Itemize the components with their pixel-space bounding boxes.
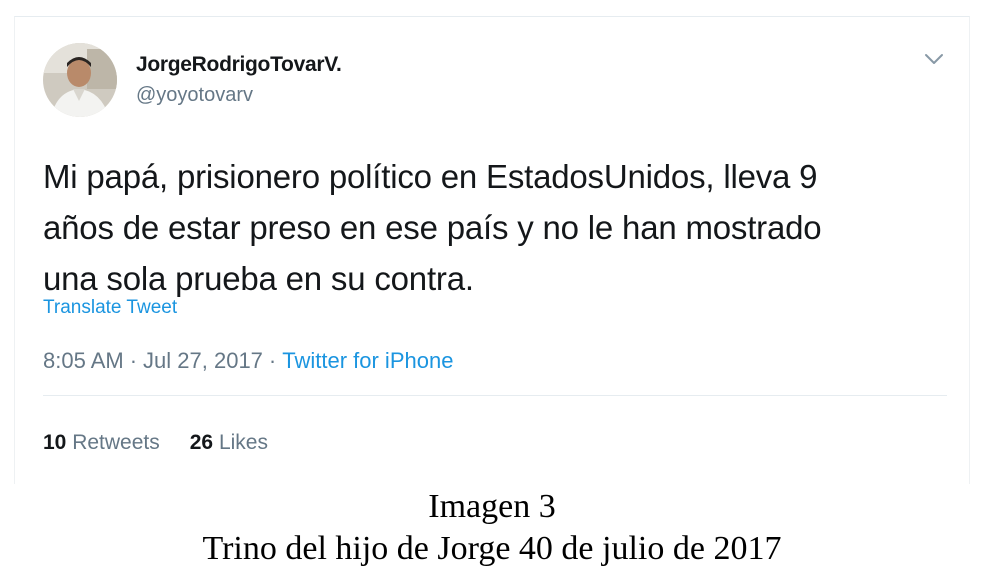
avatar-photo bbox=[43, 43, 117, 117]
retweets-count: 10 bbox=[43, 431, 67, 454]
chevron-down-icon[interactable] bbox=[921, 49, 947, 69]
likes-stat[interactable]: 26 Likes bbox=[190, 431, 268, 454]
avatar[interactable] bbox=[43, 43, 117, 117]
tweet-date: Jul 27, 2017 bbox=[143, 348, 263, 373]
tweet-text-line: una sola prueba en su contra. bbox=[43, 260, 474, 297]
user-handle[interactable]: @yoyotovarv bbox=[136, 84, 253, 107]
separator: · bbox=[129, 348, 138, 373]
tweet-stats: 10 Retweets 26 Likes bbox=[43, 431, 268, 455]
tweet-timestamp[interactable]: 8:05 AM · Jul 27, 2017 bbox=[43, 348, 263, 373]
retweets-label: Retweets bbox=[72, 431, 160, 454]
caption-subtitle: Trino del hijo de Jorge 40 de julio de 2… bbox=[202, 530, 782, 567]
tweet-text-line: Mi papá, prisionero político en EstadosU… bbox=[43, 158, 818, 195]
tweet-card: JorgeRodrigoTovarV. @yoyotovarv Mi papá,… bbox=[14, 16, 970, 484]
translate-tweet-link[interactable]: Translate Tweet bbox=[43, 297, 177, 319]
tweet-meta: 8:05 AM · Jul 27, 2017 · Twitter for iPhone bbox=[43, 348, 453, 374]
tweet-text: Mi papá, prisionero político en EstadosU… bbox=[43, 151, 943, 304]
tweet-text-line: años de estar preso en ese país y no le … bbox=[43, 209, 822, 246]
likes-count: 26 bbox=[189, 431, 214, 454]
divider bbox=[43, 395, 947, 396]
tweet-source-link[interactable]: Twitter for iPhone bbox=[282, 348, 453, 373]
tweet-time: 8:05 AM bbox=[43, 348, 124, 373]
caption-title: Imagen 3 bbox=[428, 488, 556, 525]
retweets-stat[interactable]: 10 Retweets bbox=[43, 431, 160, 454]
display-name[interactable]: JorgeRodrigoTovarV. bbox=[136, 53, 342, 77]
likes-label: Likes bbox=[218, 431, 268, 454]
separator: · bbox=[268, 348, 277, 373]
